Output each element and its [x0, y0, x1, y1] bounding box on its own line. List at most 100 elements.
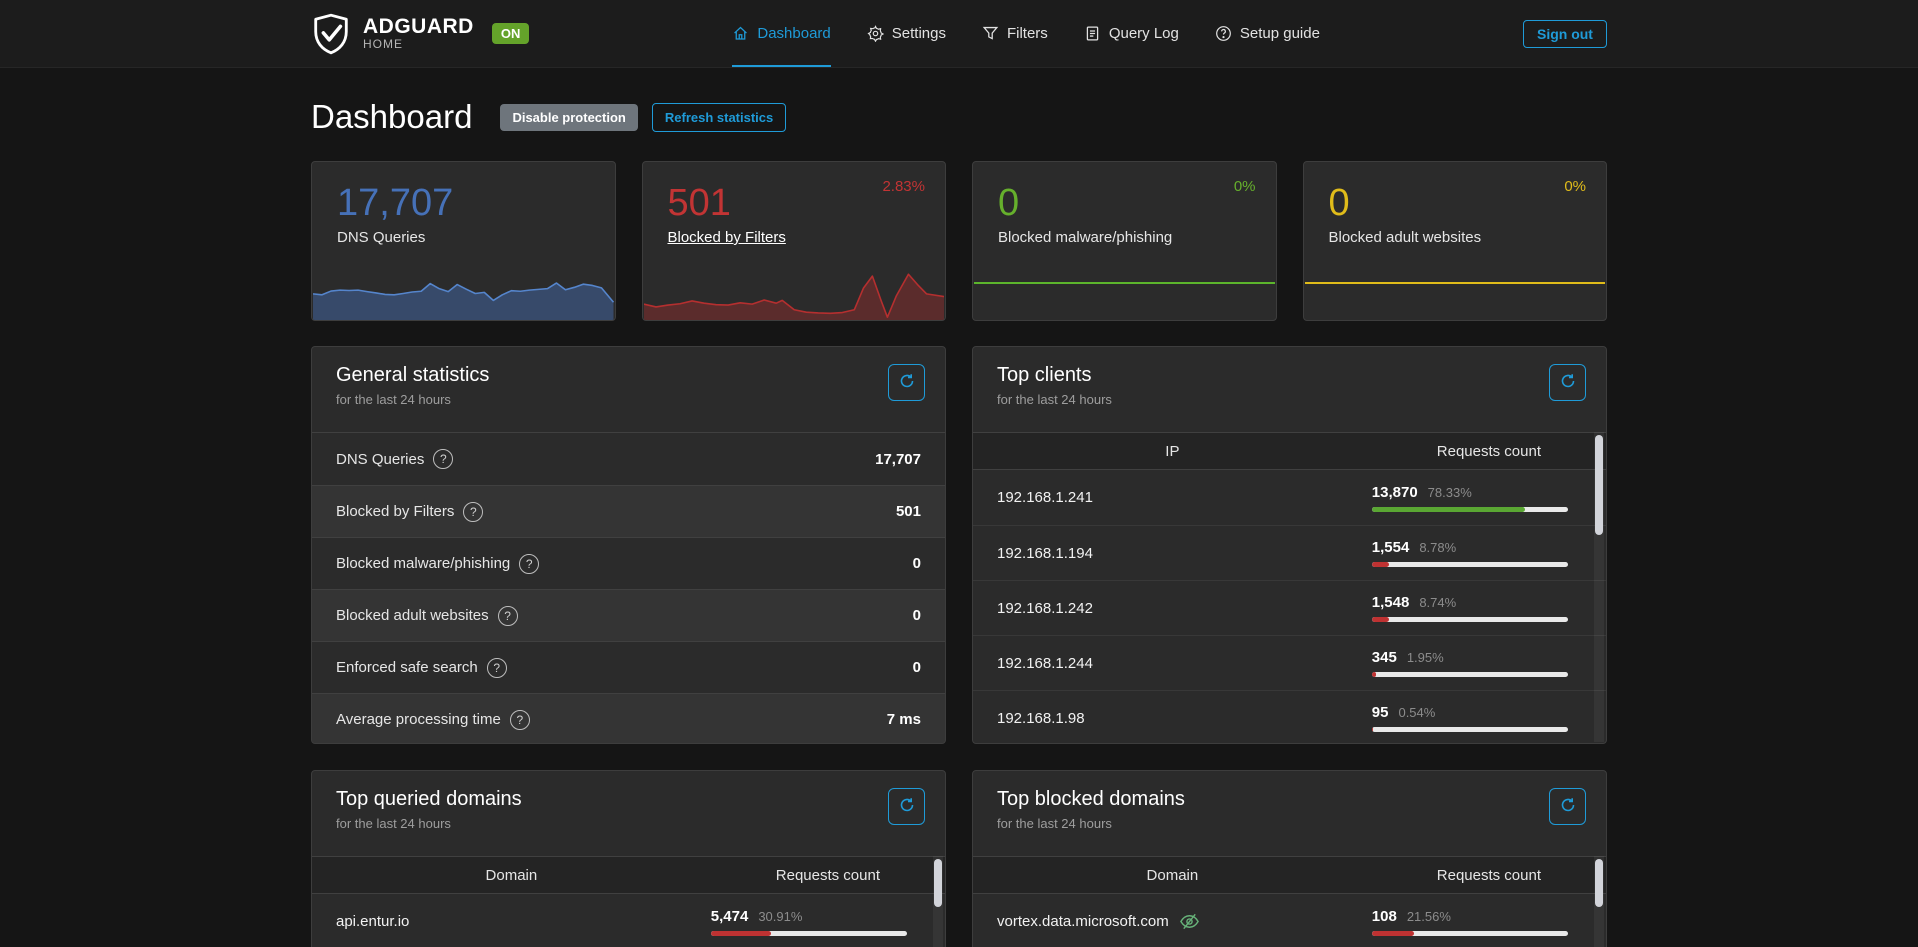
column-header: Requests count [1372, 443, 1606, 460]
requests-count: 1,548 [1372, 594, 1410, 611]
stat-card-label: Blocked malware/phishing [998, 229, 1276, 246]
stat-card-percent: 2.83% [882, 178, 925, 195]
main-nav: Dashboard Settings Filters Query Log Setup g… [732, 0, 1320, 67]
home-icon [732, 25, 749, 42]
table-row: 192.168.1.1941,554 8.78% [973, 525, 1606, 580]
stat-card-percent: 0% [1234, 178, 1256, 195]
nav-item-dashboard[interactable]: Dashboard [732, 0, 830, 67]
requests-count: 13,870 [1372, 484, 1418, 501]
panel-subtitle: for the last 24 hours [997, 392, 1582, 407]
logo-title: ADGUARD [363, 16, 474, 38]
requests-count: 1,554 [1372, 539, 1410, 556]
scrollbar[interactable] [1594, 432, 1604, 742]
requests-percent: 8.74% [1419, 595, 1456, 610]
table-cell-name: 192.168.1.241 [973, 489, 1372, 506]
help-icon[interactable]: ? [487, 658, 507, 678]
progress-bar [1372, 617, 1568, 622]
help-icon[interactable]: ? [510, 710, 530, 730]
scrollbar[interactable] [933, 856, 943, 947]
progress-bar [1372, 507, 1568, 512]
stat-row: DNS Queries?17,707 [312, 433, 945, 485]
table-cell-count: 10821.56% [1372, 908, 1606, 936]
panel-title: Top queried domains [336, 788, 921, 811]
table-cell-count: 1,548 8.74% [1372, 594, 1606, 622]
panel-title: Top clients [997, 364, 1582, 387]
disable-protection-button[interactable]: Disable protection [500, 104, 637, 131]
stat-card-label[interactable]: Blocked by Filters [668, 229, 946, 246]
table-cell-count: 3451.95% [1372, 649, 1606, 677]
requests-count: 5,474 [711, 908, 749, 925]
requests-count: 108 [1372, 908, 1397, 925]
stat-row-value: 501 [896, 503, 921, 520]
stat-row: Blocked malware/phishing?0 [312, 537, 945, 589]
refresh-statistics-button[interactable]: Refresh statistics [652, 103, 786, 132]
table-row: 192.168.1.2443451.95% [973, 635, 1606, 690]
page-title: Dashboard [311, 98, 472, 136]
table-row: api.entur.io5,47430.91% [312, 894, 945, 947]
requests-percent: 8.78% [1419, 540, 1456, 555]
nav-item-settings[interactable]: Settings [867, 0, 946, 67]
table-row: 192.168.1.24113,87078.33% [973, 470, 1606, 525]
refresh-button[interactable] [1549, 788, 1586, 825]
nav-item-filters[interactable]: Filters [982, 0, 1048, 67]
app-header: ADGUARD HOME ON Dashboard Settings Filters… [0, 0, 1918, 68]
scrollbar-thumb[interactable] [1595, 859, 1603, 907]
nav-item-label: Dashboard [757, 25, 830, 42]
progress-bar [711, 931, 907, 936]
stat-card-percent: 0% [1564, 178, 1586, 195]
stat-card-value: 17,707 [337, 182, 615, 225]
help-icon[interactable]: ? [498, 606, 518, 626]
nav-item-setup-guide[interactable]: Setup guide [1215, 0, 1320, 67]
requests-percent: 30.91% [758, 909, 802, 924]
eye-off-icon[interactable] [1179, 911, 1200, 932]
stat-row-value: 0 [913, 659, 921, 676]
panel-subtitle: for the last 24 hours [336, 392, 921, 407]
panel-title: Top blocked domains [997, 788, 1582, 811]
table-cell-name: 192.168.1.98 [973, 710, 1372, 727]
sparkline-chart [644, 264, 945, 320]
refresh-icon [1560, 373, 1576, 392]
table-cell-count: 13,87078.33% [1372, 484, 1606, 512]
funnel-icon [982, 25, 999, 42]
nav-item-label: Query Log [1109, 25, 1179, 42]
help-icon[interactable]: ? [519, 554, 539, 574]
adguard-logo[interactable]: ADGUARD HOME ON [311, 12, 529, 56]
stat-card-link[interactable]: Blocked by Filters [668, 229, 786, 246]
progress-bar [1372, 672, 1568, 677]
refresh-button[interactable] [1549, 364, 1586, 401]
requests-count: 95 [1372, 704, 1389, 721]
refresh-button[interactable] [888, 788, 925, 825]
help-icon[interactable]: ? [463, 502, 483, 522]
stat-card-dns-queries: 17,707DNS Queries [311, 161, 616, 321]
table-cell-count: 5,474 30.91% [711, 908, 945, 936]
table-row: 192.168.1.9895 0.54% [973, 690, 1606, 744]
refresh-icon [899, 797, 915, 816]
column-header: IP [973, 443, 1372, 460]
requests-percent: 0.54% [1398, 705, 1435, 720]
sign-out-button[interactable]: Sign out [1523, 20, 1607, 48]
stat-card-blocked-by-filters: 501Blocked by Filters2.83% [642, 161, 947, 321]
top-clients-panel: Top clients for the last 24 hours IP Req… [972, 346, 1607, 744]
sparkline-chart [313, 264, 614, 320]
table-cell-name: 192.168.1.244 [973, 655, 1372, 672]
stat-cards: 17,707DNS Queries501Blocked by Filters2.… [311, 161, 1607, 321]
column-header: Requests count [1372, 867, 1606, 884]
table-cell-name: 192.168.1.194 [973, 545, 1372, 562]
refresh-button[interactable] [888, 364, 925, 401]
stat-row: Enforced safe search?0 [312, 641, 945, 693]
logo-subtitle: HOME [363, 38, 474, 51]
scrollbar[interactable] [1594, 856, 1604, 947]
panel-subtitle: for the last 24 hours [997, 816, 1582, 831]
refresh-icon [1560, 797, 1576, 816]
stat-row-value: 0 [913, 607, 921, 624]
scrollbar-thumb[interactable] [1595, 435, 1603, 535]
top-queried-domains-panel: Top queried domains for the last 24 hour… [311, 770, 946, 947]
help-icon[interactable]: ? [433, 449, 453, 469]
nav-item-query-log[interactable]: Query Log [1084, 0, 1179, 67]
scrollbar-thumb[interactable] [934, 859, 942, 907]
main-content: Dashboard Disable protection Refresh sta… [311, 98, 1607, 947]
stat-row-value: 7 ms [887, 711, 921, 728]
progress-bar [1372, 931, 1568, 936]
requests-percent: 1.95% [1407, 650, 1444, 665]
stat-row-label: Blocked adult websites? [336, 606, 518, 626]
